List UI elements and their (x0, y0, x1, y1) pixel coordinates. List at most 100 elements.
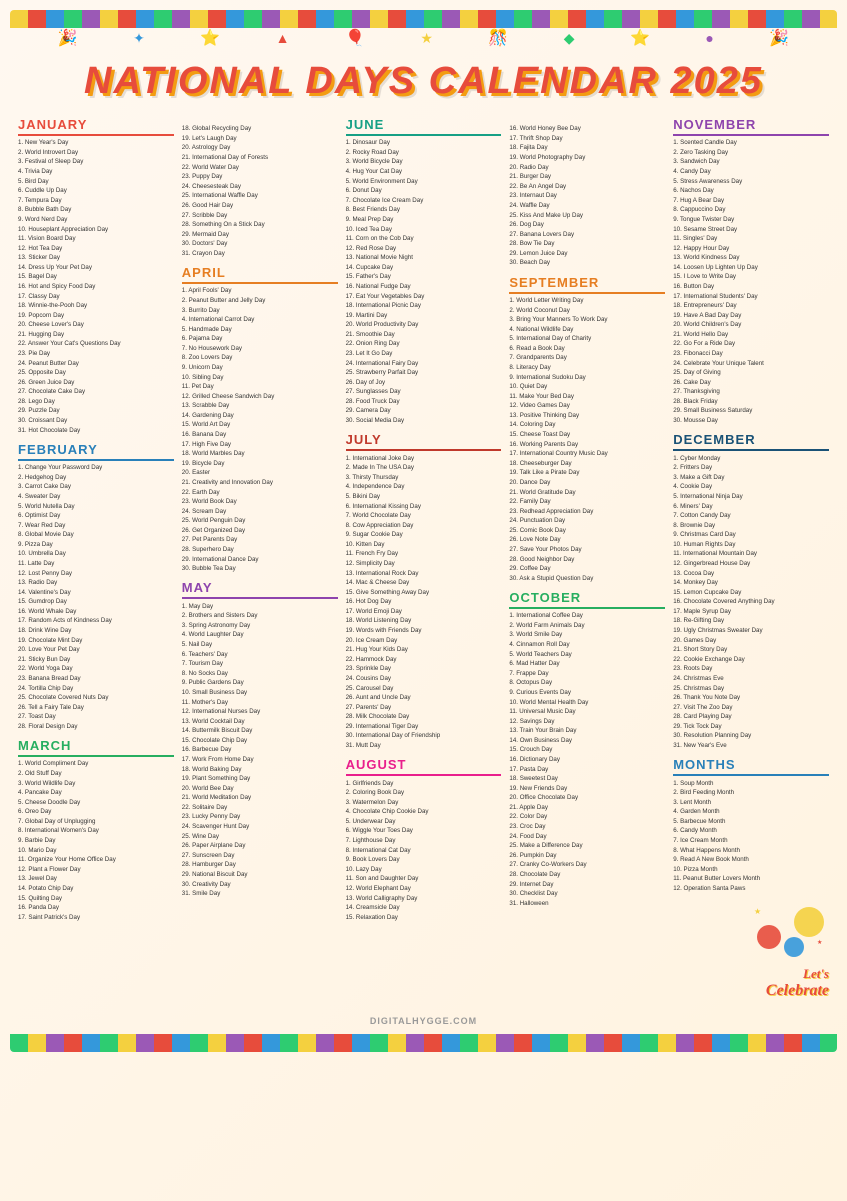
list-item: 24. International Fairy Day (346, 359, 502, 369)
list-item: 11. International Mountain Day (673, 550, 829, 560)
list-item: 9. Tongue Twister Day (673, 216, 829, 226)
list-item: 25. Comic Book Day (509, 527, 665, 537)
list-item: 9. Unicorn Day (182, 364, 338, 374)
list-item: 26. Tell a Fairy Tale Day (18, 703, 174, 713)
list-item: 5. Barbecue Month (673, 818, 829, 828)
list-item: 7. Global Day of Unplugging (18, 818, 174, 828)
list-item: 24. Christmas Eve (673, 675, 829, 685)
list-item: 22. Hammock Day (346, 655, 502, 665)
list-item: 7. No Housework Day (182, 345, 338, 355)
list-item: 13. International Rock Day (346, 569, 502, 579)
march-title: March (18, 738, 174, 757)
list-item: 17. World Emoji Day (346, 608, 502, 618)
list-item: 25. Kiss And Make Up Day (509, 211, 665, 221)
list-item: 18. Global Recycling Day (182, 125, 338, 135)
list-item: 6. Wiggle Your Toes Day (346, 827, 502, 837)
list-item: 27. Scribble Day (182, 211, 338, 221)
list-item: 30. Bubble Tea Day (182, 565, 338, 575)
list-item: 6. Mad Hatter Day (509, 660, 665, 670)
list-item: 8. International Women's Day (18, 827, 174, 837)
list-item: 12. Happy Hour Day (673, 244, 829, 254)
list-item: 5. Stress Awareness Day (673, 177, 829, 187)
list-item: 28. Chocolate Day (509, 871, 665, 881)
may-list: 1. May Day 2. Brothers and Sisters Day 3… (182, 602, 338, 899)
list-item: 26. Aunt and Uncle Day (346, 694, 502, 704)
july-block: July 1. International Joke Day 2. Made I… (346, 432, 502, 751)
list-item: 20. World Children's Day (673, 321, 829, 331)
june-list: 1. Dinosaur Day 2. Rocky Road Day 3. Wor… (346, 139, 502, 426)
list-item: 13. Scrabble Day (182, 402, 338, 412)
list-item: 5. World Environment Day (346, 177, 502, 187)
list-item: 28. Card Playing Day (673, 713, 829, 723)
june-col2-block: 16. World Honey Bee Day 17. Thrift Shop … (509, 117, 665, 269)
list-item: 14. Creamsicle Day (346, 904, 502, 914)
list-item: 3. Sandwich Day (673, 158, 829, 168)
list-item: 28. Bow Tie Day (509, 240, 665, 250)
list-item: 13. National Movie Night (346, 254, 502, 264)
list-item: 7. Wear Red Day (18, 521, 174, 531)
list-item: 6. Donut Day (346, 187, 502, 197)
list-item: 12. Savings Day (509, 717, 665, 727)
july-title: July (346, 432, 502, 451)
list-item: 22. Onion Ring Day (346, 340, 502, 350)
september-title: September (509, 275, 665, 294)
list-item: 2. Peanut Butter and Jelly Day (182, 297, 338, 307)
list-item: 15. Chocolate Chip Day (182, 737, 338, 747)
list-item: 29. Small Business Saturday (673, 407, 829, 417)
list-item: 27. Thanksgiving (673, 388, 829, 398)
list-item: 26. Thank You Note Day (673, 694, 829, 704)
list-item: 4. International Carrot Day (182, 316, 338, 326)
list-item: 10. Human Rights Day (673, 541, 829, 551)
list-item: 30. Croissant Day (18, 417, 174, 427)
list-item: 29. Camera Day (346, 407, 502, 417)
bottom-border (10, 1034, 837, 1052)
list-item: 3. World Bicycle Day (346, 158, 502, 168)
list-item: 27. Banana Lovers Day (509, 230, 665, 240)
list-item: 18. World Marbles Day (182, 450, 338, 460)
months-list: 1. Soup Month 2. Bird Feeding Month 3. L… (673, 779, 829, 894)
svg-text:★: ★ (754, 907, 761, 916)
list-item: 9. Sugar Cookie Day (346, 531, 502, 541)
list-item: 11. Corn on the Cob Day (346, 235, 502, 245)
list-item: 4. Garden Month (673, 808, 829, 818)
list-item: 20. Office Chocolate Day (509, 794, 665, 804)
list-item: 19. Talk Like a Pirate Day (509, 469, 665, 479)
list-item: 12. Hot Tea Day (18, 244, 174, 254)
list-item: 21. Short Story Day (673, 646, 829, 656)
list-item: 6. International Kissing Day (346, 502, 502, 512)
list-item: 15. Father's Day (346, 273, 502, 283)
list-item: 13. Jewel Day (18, 875, 174, 885)
list-item: 24. Tortilla Chip Day (18, 684, 174, 694)
list-item: 23. Lucky Penny Day (182, 813, 338, 823)
list-item: 13. Radio Day (18, 579, 174, 589)
list-item: 26. Cake Day (673, 378, 829, 388)
list-item: 21. Apple Day (509, 804, 665, 814)
list-item: 20. Radio Day (509, 163, 665, 173)
list-item: 10. Lazy Day (346, 865, 502, 875)
list-item: 18. Drink Wine Day (18, 627, 174, 637)
list-item: 6. Candy Month (673, 827, 829, 837)
list-item: 25. Wine Day (182, 832, 338, 842)
list-item: 9. Read A New Book Month (673, 856, 829, 866)
list-item: 29. International Dance Day (182, 555, 338, 565)
list-item: 12. Grilled Cheese Sandwich Day (182, 392, 338, 402)
list-item: 23. Pie Day (18, 350, 174, 360)
list-item: 16. Working Parents Day (509, 440, 665, 450)
list-item: 30. Doctors' Day (182, 240, 338, 250)
list-item: 15. Give Something Away Day (346, 588, 502, 598)
list-item: 15. Bagel Day (18, 273, 174, 283)
list-item: 17. Saint Patrick's Day (18, 913, 174, 923)
list-item: 19. Ugly Christmas Sweater Day (673, 627, 829, 637)
february-list: 1. Change Your Password Day 2. Hedgehog … (18, 464, 174, 732)
list-item: 28. Good Neighbor Day (509, 555, 665, 565)
list-item: 18. International Picnic Day (346, 302, 502, 312)
list-item: 29. Lemon Juice Day (509, 250, 665, 260)
list-item: 22. Solitaire Day (182, 804, 338, 814)
list-item: 1. New Year's Day (18, 139, 174, 149)
list-item: 15. Relaxation Day (346, 913, 502, 923)
list-item: 12. Video Games Day (509, 402, 665, 412)
svg-text:★: ★ (817, 939, 822, 946)
list-item: 1. April Fools' Day (182, 287, 338, 297)
list-item: 31. Halloween (509, 899, 665, 909)
list-item: 1. World Compliment Day (18, 760, 174, 770)
